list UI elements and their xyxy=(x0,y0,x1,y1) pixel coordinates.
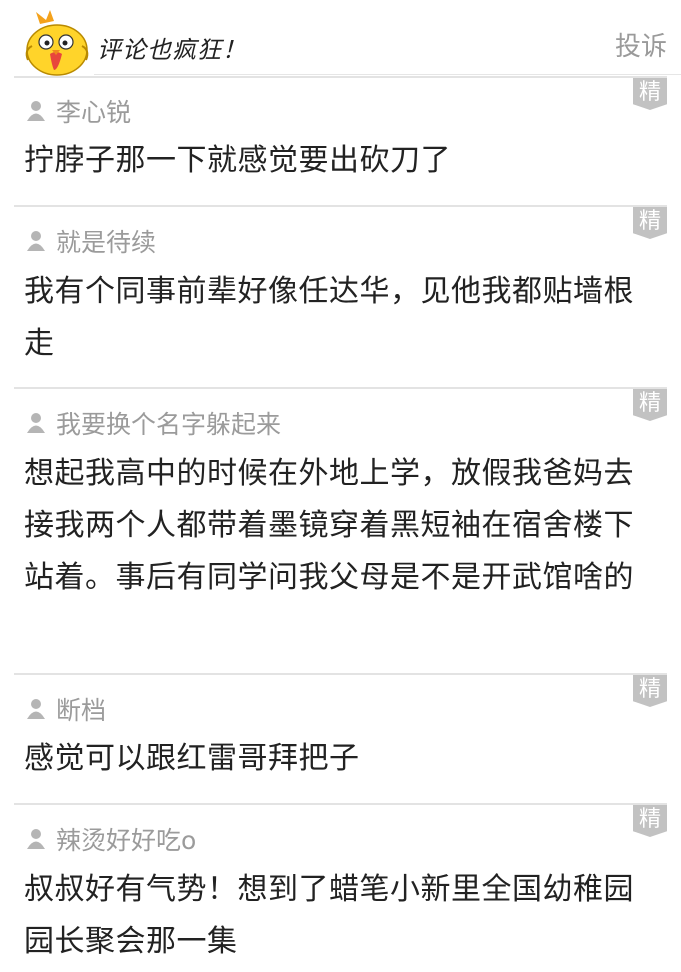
comment-text: 拧脖子那一下就感觉要出砍刀了 xyxy=(24,143,451,178)
user-icon xyxy=(27,699,45,719)
featured-badge: 精 xyxy=(633,675,667,707)
comments-header: 评论也疯狂！ 投诉 xyxy=(0,0,681,76)
comment-author: 就是待续 xyxy=(26,223,156,259)
username[interactable]: 辣烫好好吃o xyxy=(56,821,196,857)
divider xyxy=(14,803,667,805)
comment-author: 辣烫好好吃o xyxy=(26,821,196,857)
user-icon xyxy=(27,413,45,433)
comment-text: 叔叔好有气势！想到了蜡笔小新里全国幼稚园园长聚会那一集 xyxy=(24,872,634,959)
divider xyxy=(14,673,667,675)
username[interactable]: 就是待续 xyxy=(56,223,156,259)
user-icon xyxy=(27,829,45,849)
username[interactable]: 断档 xyxy=(56,691,106,727)
chick-mascot-icon xyxy=(25,10,89,76)
divider xyxy=(14,387,667,389)
featured-badge: 精 xyxy=(633,78,667,110)
comment-text: 想起我高中的时候在外地上学，放假我爸妈去接我两个人都带着墨镜穿着黑短袖在宿舍楼下… xyxy=(24,456,634,595)
user-icon xyxy=(27,231,45,251)
comment-author: 李心锐 xyxy=(26,93,131,129)
comment-author: 断档 xyxy=(26,691,106,727)
divider xyxy=(14,205,667,207)
featured-badge: 精 xyxy=(633,805,667,837)
featured-badge: 精 xyxy=(633,389,667,421)
username[interactable]: 李心锐 xyxy=(56,93,131,129)
user-icon xyxy=(27,101,45,121)
comment-text: 感觉可以跟红雷哥拜把子 xyxy=(24,741,360,776)
header-divider xyxy=(94,74,681,75)
report-button[interactable]: 投诉 xyxy=(615,26,667,63)
username[interactable]: 我要换个名字躲起来 xyxy=(56,405,281,441)
comment-text: 我有个同事前辈好像任达华，见他我都贴墙根走 xyxy=(24,274,634,361)
section-title: 评论也疯狂！ xyxy=(97,36,247,64)
divider xyxy=(14,76,667,78)
featured-badge: 精 xyxy=(633,207,667,239)
comment-author: 我要换个名字躲起来 xyxy=(26,405,281,441)
